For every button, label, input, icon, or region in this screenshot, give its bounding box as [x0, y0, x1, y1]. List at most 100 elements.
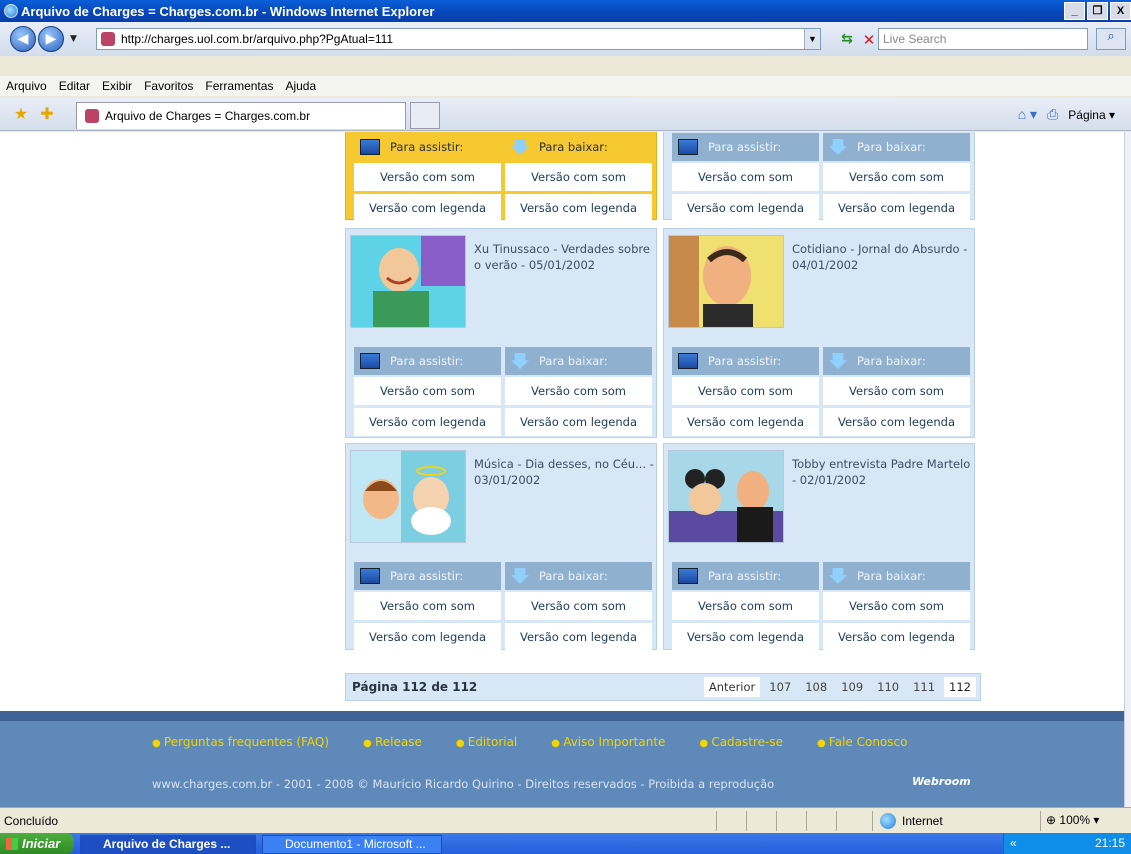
- favorites-star-icon[interactable]: ★: [12, 105, 30, 123]
- menu-favoritos[interactable]: Favoritos: [144, 79, 193, 93]
- menu-exibir[interactable]: Exibir: [102, 79, 132, 93]
- pager-page-link[interactable]: 110: [872, 677, 905, 697]
- para-assistir-header: Para assistir:: [354, 133, 501, 161]
- search-icon[interactable]: ⌕: [1096, 28, 1126, 50]
- add-favorites-icon[interactable]: ✚: [38, 105, 56, 123]
- history-dropdown-icon[interactable]: ▼: [70, 34, 77, 44]
- charge-thumbnail[interactable]: [350, 235, 466, 328]
- search-input[interactable]: Live Search: [878, 28, 1088, 50]
- ie-icon: [4, 4, 18, 18]
- footer-link-fale-conosco[interactable]: Fale Conosco: [817, 735, 908, 749]
- versao-com-legenda-download-link[interactable]: Versão com legenda: [505, 408, 652, 436]
- menu-arquivo[interactable]: Arquivo: [6, 79, 47, 93]
- start-button[interactable]: Iniciar: [0, 833, 74, 854]
- tab-active[interactable]: Arquivo de Charges = Charges.com.br: [76, 102, 406, 129]
- new-tab-button[interactable]: [410, 102, 440, 129]
- charge-thumbnail[interactable]: [350, 450, 466, 543]
- menu-editar[interactable]: Editar: [59, 79, 90, 93]
- page-info: Página 112 de 112: [352, 680, 478, 694]
- tab-row: ★ ✚ Arquivo de Charges = Charges.com.br …: [0, 98, 1131, 131]
- window-title: Arquivo de Charges = Charges.com.br - Wi…: [21, 3, 435, 19]
- versao-com-som-link[interactable]: Versão com som: [672, 377, 819, 405]
- minimize-button[interactable]: _: [1064, 2, 1085, 20]
- home-icon[interactable]: ⌂ ▾: [1018, 106, 1037, 123]
- site-footer: Perguntas frequentes (FAQ) Release Edito…: [0, 711, 1124, 807]
- vertical-scrollbar[interactable]: [1124, 132, 1131, 807]
- charge-thumbnail[interactable]: [668, 450, 784, 543]
- versao-com-legenda-link[interactable]: Versão com legenda: [354, 408, 501, 436]
- download-icon: [511, 139, 529, 155]
- page-viewport: Para assistir: Para baixar: Versão com s…: [0, 132, 1124, 807]
- para-baixar-header: Para baixar:: [505, 347, 652, 375]
- versao-com-legenda-download-link[interactable]: Versão com legenda: [823, 408, 970, 436]
- maximize-button[interactable]: ❐: [1087, 2, 1108, 20]
- monitor-icon: [678, 353, 698, 369]
- versao-com-legenda-link[interactable]: Versão com legenda: [672, 408, 819, 436]
- charge-title[interactable]: Música - Dia desses, no Céu... - 03/01/2…: [474, 456, 656, 488]
- taskbar: Iniciar Arquivo de Charges ... Documento…: [0, 833, 1131, 854]
- download-icon: [829, 139, 847, 155]
- download-icon: [829, 568, 847, 584]
- versao-com-legenda-link[interactable]: Versão com legenda: [354, 623, 501, 651]
- versao-com-som-download-link[interactable]: Versão com som: [823, 377, 970, 405]
- versao-com-legenda-link[interactable]: Versão com legenda: [354, 194, 501, 222]
- menu-bar: Arquivo Editar Exibir Favoritos Ferramen…: [0, 76, 1131, 96]
- address-url[interactable]: http://charges.uol.com.br/arquivo.php?Pg…: [121, 32, 393, 46]
- versao-com-som-link[interactable]: Versão com som: [672, 592, 819, 620]
- footer-link-release[interactable]: Release: [363, 735, 422, 749]
- security-zone[interactable]: Internet: [880, 813, 943, 829]
- stop-icon[interactable]: ✕: [860, 31, 878, 49]
- charge-thumbnail[interactable]: [668, 235, 784, 328]
- page-menu[interactable]: Página ▾: [1068, 108, 1115, 122]
- refresh-icon[interactable]: ⇆: [838, 31, 856, 49]
- address-dropdown-icon[interactable]: ▼: [804, 29, 820, 49]
- versao-com-legenda-download-link[interactable]: Versão com legenda: [823, 623, 970, 651]
- versao-com-som-link[interactable]: Versão com som: [354, 592, 501, 620]
- charge-title[interactable]: Cotidiano - Jornal do Absurdo - 04/01/20…: [792, 241, 974, 273]
- taskbar-ie-task[interactable]: Arquivo de Charges ...: [80, 835, 256, 854]
- pager-page-link[interactable]: 111: [908, 677, 941, 697]
- footer-copyright: www.charges.com.br - 2001 - 2008 © Maurí…: [152, 777, 775, 791]
- menu-ajuda[interactable]: Ajuda: [285, 79, 316, 93]
- versao-com-som-download-link[interactable]: Versão com som: [505, 377, 652, 405]
- footer-link-faq[interactable]: Perguntas frequentes (FAQ): [152, 735, 329, 749]
- para-baixar-header: Para baixar:: [823, 562, 970, 590]
- versao-com-legenda-download-link[interactable]: Versão com legenda: [823, 194, 970, 222]
- versao-com-som-download-link[interactable]: Versão com som: [823, 163, 970, 191]
- charge-title[interactable]: Xu Tinussaco - Verdades sobre o verão - …: [474, 241, 656, 273]
- versao-com-som-link[interactable]: Versão com som: [672, 163, 819, 191]
- back-button[interactable]: ◀: [10, 26, 36, 52]
- charge-card: Cotidiano - Jornal do Absurdo - 04/01/20…: [663, 228, 975, 438]
- versao-com-som-download-link[interactable]: Versão com som: [505, 163, 652, 191]
- pager-anterior-link[interactable]: Anterior: [703, 677, 761, 697]
- versao-com-som-link[interactable]: Versão com som: [354, 163, 501, 191]
- charge-card: Xu Tinussaco - Verdades sobre o verão - …: [345, 228, 657, 438]
- clock[interactable]: 21:15: [1095, 833, 1125, 854]
- versao-com-legenda-download-link[interactable]: Versão com legenda: [505, 194, 652, 222]
- footer-link-cadastre[interactable]: Cadastre-se: [699, 735, 783, 749]
- versao-com-som-download-link[interactable]: Versão com som: [505, 592, 652, 620]
- versao-com-som-link[interactable]: Versão com som: [354, 377, 501, 405]
- para-assistir-header: Para assistir:: [354, 562, 501, 590]
- webroom-logo[interactable]: Webroom: [912, 775, 971, 788]
- taskbar-word-task[interactable]: Documento1 - Microsoft ...: [262, 835, 442, 854]
- forward-button[interactable]: ▶: [38, 26, 64, 52]
- footer-link-aviso[interactable]: Aviso Importante: [551, 735, 665, 749]
- para-baixar-header: Para baixar:: [823, 347, 970, 375]
- zoom-level[interactable]: ⊕ 100% ▾: [1046, 813, 1099, 827]
- status-text: Concluído: [4, 814, 59, 828]
- pager-page-link[interactable]: 108: [800, 677, 833, 697]
- versao-com-legenda-link[interactable]: Versão com legenda: [672, 194, 819, 222]
- address-bar[interactable]: http://charges.uol.com.br/arquivo.php?Pg…: [96, 28, 821, 50]
- versao-com-legenda-link[interactable]: Versão com legenda: [672, 623, 819, 651]
- footer-link-editorial[interactable]: Editorial: [456, 735, 518, 749]
- charge-title[interactable]: Tobby entrevista Padre Martelo - 02/01/2…: [792, 456, 974, 488]
- close-button[interactable]: X: [1110, 2, 1131, 20]
- print-icon[interactable]: ⎙: [1047, 106, 1058, 123]
- pager-page-link[interactable]: 109: [836, 677, 869, 697]
- versao-com-legenda-download-link[interactable]: Versão com legenda: [505, 623, 652, 651]
- menu-ferramentas[interactable]: Ferramentas: [205, 79, 273, 93]
- pager-page-link[interactable]: 107: [764, 677, 797, 697]
- tray-expand-icon[interactable]: «: [1010, 833, 1017, 854]
- versao-com-som-download-link[interactable]: Versão com som: [823, 592, 970, 620]
